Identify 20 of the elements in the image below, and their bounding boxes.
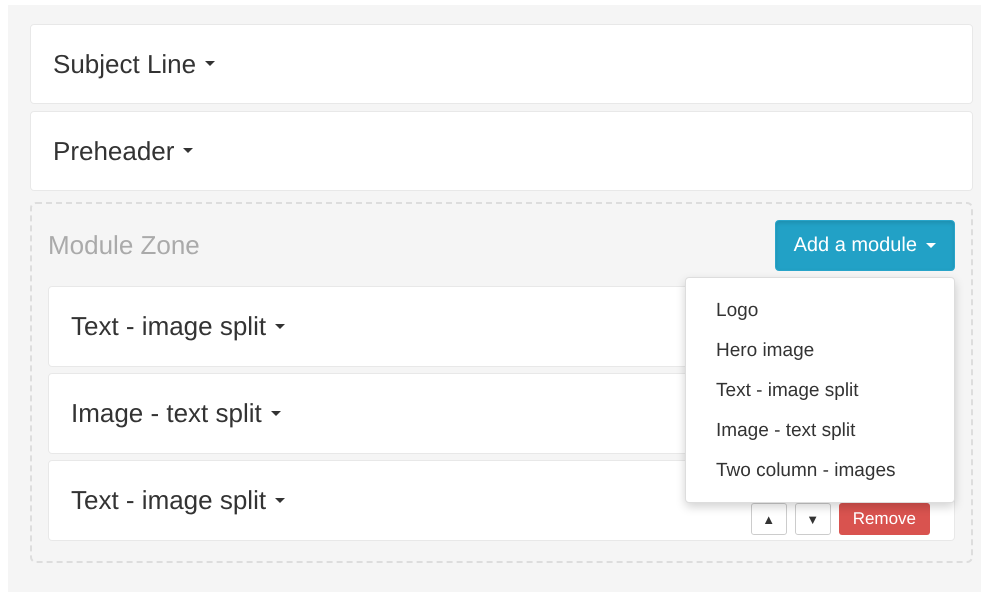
menu-item[interactable]: Text - image split	[686, 371, 954, 411]
caret-icon	[275, 498, 286, 504]
caret-icon	[205, 61, 216, 67]
module-toggle[interactable]: Image - text split	[71, 398, 281, 429]
move-down-button[interactable]: ▼	[794, 503, 831, 535]
menu-item[interactable]: Logo	[686, 291, 954, 331]
move-up-button[interactable]: ▲	[750, 503, 787, 535]
module-toggle[interactable]: Text - image split	[71, 311, 286, 342]
caret-icon	[183, 148, 194, 154]
section-toggle[interactable]: Preheader	[53, 136, 194, 166]
zone-title: Module Zone	[48, 230, 200, 261]
menu-item[interactable]: Image - text split	[686, 411, 954, 451]
remove-button[interactable]: Remove	[838, 503, 930, 535]
module-toggle[interactable]: Text - image split	[71, 485, 286, 516]
section-toggle[interactable]: Subject Line	[53, 48, 216, 80]
caret-icon	[270, 410, 281, 416]
menu-item[interactable]: Two column - images	[686, 451, 954, 491]
menu-item[interactable]: Hero image	[686, 331, 954, 371]
caret-icon	[926, 242, 936, 248]
caret-icon	[275, 324, 286, 330]
